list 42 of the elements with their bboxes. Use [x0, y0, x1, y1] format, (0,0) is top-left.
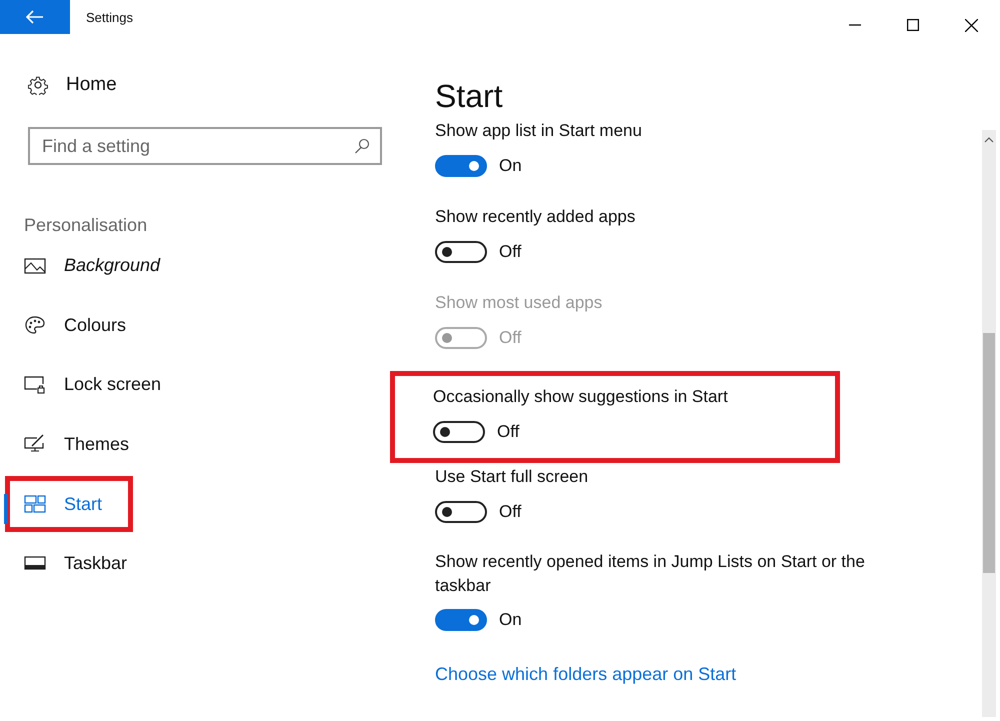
setting-label: Use Start full screen — [435, 466, 590, 488]
page-title: Start — [435, 80, 504, 112]
scroll-up-icon — [984, 136, 994, 143]
toggle-state-text: On — [499, 610, 522, 630]
scrollbar[interactable] — [982, 130, 996, 717]
nav-item[interactable]: Background — [24, 236, 160, 296]
toggle-switch[interactable] — [435, 155, 487, 177]
nav-item[interactable]: Themes — [24, 414, 130, 474]
setting-label: Show most used apps — [435, 292, 604, 314]
toggle-switch[interactable] — [433, 421, 485, 443]
toggle-state-text: Off — [499, 502, 522, 522]
picture-icon — [24, 256, 46, 275]
nav-item[interactable]: Lock screen — [24, 355, 162, 414]
palette-icon — [24, 315, 46, 336]
nav-item[interactable]: Colours — [24, 296, 126, 355]
toggle-switch[interactable] — [435, 609, 487, 631]
toggle-state-text: Off — [497, 422, 520, 442]
setting-label: Show app list in Start menu — [435, 120, 643, 142]
toggle-switch[interactable] — [435, 501, 487, 523]
maximize-icon — [907, 19, 919, 31]
taskbar-icon — [24, 556, 46, 570]
window-title: Settings — [86, 10, 133, 25]
back-arrow-icon — [26, 10, 44, 24]
toggle-state-text: On — [499, 156, 522, 176]
section-heading: Personalisation — [24, 215, 148, 236]
setting-label: Show recently opened items in Jump Lists on Start or the taskbar — [435, 551, 866, 597]
search-field[interactable]: Find a setting — [28, 127, 382, 165]
toggle-state-text: Off — [499, 242, 522, 262]
highlighted-nav-item[interactable]: Start — [8, 479, 130, 529]
tiles-icon — [24, 495, 46, 513]
themes-icon — [24, 434, 46, 454]
nav-item[interactable]: Taskbar — [24, 534, 128, 593]
folders-link[interactable]: Choose which folders appear on Start — [435, 664, 736, 685]
close-icon — [964, 18, 978, 32]
settings-icon — [28, 75, 48, 95]
toggle-state-text: Off — [499, 328, 522, 348]
home-nav-item[interactable]: Home — [28, 74, 400, 96]
setting-label: Occasionally show suggestions in Start — [433, 386, 729, 408]
search-icon — [354, 138, 370, 154]
lock-screen-icon — [24, 374, 46, 395]
toggle-switch[interactable] — [435, 241, 487, 263]
setting-label: Show recently added apps — [435, 206, 636, 228]
